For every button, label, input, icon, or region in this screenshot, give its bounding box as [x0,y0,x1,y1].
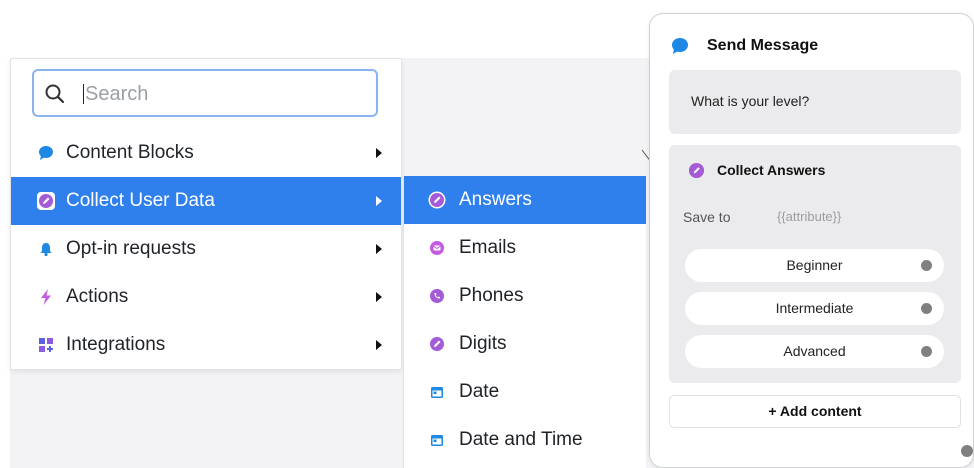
calendar-icon [431,435,443,446]
submenu-item-emails[interactable]: Emails [404,224,646,272]
submenu-item-label: Date [459,381,500,402]
answer-label: Advanced [783,343,846,359]
submenu-item-answers[interactable]: Answers [404,176,646,224]
send-message-node[interactable]: Send Message What is your level? Collect… [649,13,974,468]
save-to-label: Save to [683,209,731,225]
menu-item-label: Integrations [66,334,166,355]
text-caret [83,84,84,104]
bell-icon [40,243,52,257]
submenu-item-label: Phones [459,285,524,306]
message-text: What is your level? [691,93,810,109]
save-to-attribute[interactable]: {{attribute}} [777,209,841,224]
grid-plus-icon [39,338,53,352]
answer-button-intermediate[interactable]: Intermediate [685,292,944,325]
edit-circle-icon [37,192,55,210]
collect-answers-block[interactable]: Collect Answers Save to {{attribute}} Be… [669,145,961,383]
submenu-item-label: Digits [459,333,507,354]
search-icon [45,84,65,104]
menu-item-opt-in-requests[interactable]: Opt-in requests [11,225,401,273]
menu-item-integrations[interactable]: Integrations [11,321,401,369]
menu-item-label: Actions [66,286,129,307]
collect-answers-title: Collect Answers [717,162,826,178]
submenu-item-label: Date and Time [459,429,583,450]
submenu-item-label: Answers [459,189,532,210]
answer-label: Intermediate [775,300,854,316]
answer-button-advanced[interactable]: Advanced [685,335,944,368]
answer-button-beginner[interactable]: Beginner [685,249,944,282]
calendar-icon [431,387,443,398]
block-menu: Search Content Blocks Collect User Data … [10,58,402,370]
submenu-item-phones[interactable]: Phones [404,272,646,320]
menu-item-collect-user-data[interactable]: Collect User Data [11,177,401,225]
add-content-button[interactable]: + Add content [669,395,961,428]
connector-handle[interactable] [921,260,932,271]
edit-circle-icon [430,337,444,351]
message-text-block[interactable]: What is your level? [669,70,961,134]
connector-handle[interactable] [921,346,932,357]
phone-icon [430,289,444,303]
collect-user-data-submenu: Answers Emails Phones Digits Date Date a… [403,176,646,468]
submenu-arrow-icon [376,196,382,206]
menu-item-label: Collect User Data [66,190,215,211]
chat-bubble-icon [672,38,688,54]
submenu-item-label: Emails [459,237,517,258]
lightning-icon [41,289,51,305]
connector-handle[interactable] [921,303,932,314]
submenu-item-date[interactable]: Date [404,368,646,416]
menu-item-actions[interactable]: Actions [11,273,401,321]
edit-circle-icon [428,191,446,209]
edit-circle-icon [688,162,705,179]
answer-label: Beginner [786,257,843,273]
submenu-arrow-icon [376,292,382,302]
submenu-item-digits[interactable]: Digits [404,320,646,368]
node-title: Send Message [707,37,819,54]
menu-item-label: Opt-in requests [66,238,196,259]
submenu-arrow-icon [376,244,382,254]
submenu-arrow-icon [376,148,382,158]
search-placeholder: Search [85,83,149,105]
canvas-background-lower [10,368,404,468]
menu-item-content-blocks[interactable]: Content Blocks [11,129,401,177]
search-input[interactable]: Search [32,69,378,117]
email-icon [430,241,444,255]
submenu-item-date-and-time[interactable]: Date and Time [404,416,646,464]
submenu-arrow-icon [376,340,382,350]
node-output-handle[interactable] [961,445,973,457]
chat-bubble-icon [39,146,53,160]
menu-item-label: Content Blocks [66,142,194,163]
